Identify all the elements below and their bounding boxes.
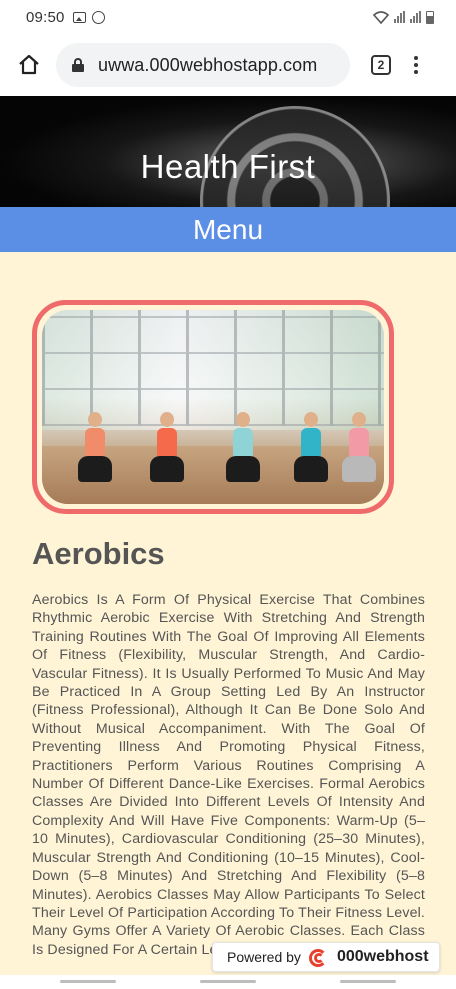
menu-button[interactable]: Menu <box>0 207 456 252</box>
url-text: uwwa.000webhostapp.com <box>98 54 318 75</box>
tab-switcher-button[interactable]: 2 <box>371 55 391 75</box>
powered-by-brand: 000webhost <box>336 948 429 965</box>
wifi-icon <box>373 10 389 24</box>
nav-recents-handle[interactable] <box>340 980 396 983</box>
nav-back-handle[interactable] <box>60 980 116 983</box>
lock-icon <box>72 58 84 72</box>
system-icons <box>373 10 434 24</box>
whatsapp-icon <box>91 10 105 24</box>
article-body: Aerobics Is A Form Of Physical Exercise … <box>32 592 425 958</box>
browser-toolbar: uwwa.000webhostapp.com 2 <box>0 34 456 96</box>
site-title: Health First <box>140 148 316 185</box>
home-button[interactable] <box>14 50 44 80</box>
article-image-frame <box>32 300 394 514</box>
more-options-icon[interactable] <box>413 56 419 74</box>
powered-by-text: Powered by <box>227 949 301 965</box>
nav-home-handle[interactable] <box>200 980 256 983</box>
image-icon <box>72 11 86 23</box>
person-figure <box>78 412 112 482</box>
aerobics-photo <box>42 310 384 504</box>
status-time: 09:50 <box>26 8 65 26</box>
person-figure <box>294 412 328 482</box>
powered-by-badge[interactable]: Powered by 000webhost <box>212 942 440 972</box>
menu-label: Menu <box>192 213 264 245</box>
status-bar: 09:50 <box>0 0 456 34</box>
person-figure <box>226 412 260 482</box>
article-title: Aerobics <box>32 536 165 571</box>
home-icon <box>19 54 39 75</box>
person-figure <box>150 412 184 482</box>
battery-icon <box>426 10 434 24</box>
webhost-logo-icon <box>308 947 331 967</box>
hero-banner: Health First <box>0 96 456 207</box>
notification-icons <box>72 10 105 24</box>
signal-icon <box>410 11 421 23</box>
person-figure <box>342 412 376 482</box>
signal-icon <box>394 11 405 23</box>
system-nav-bar <box>0 975 456 989</box>
address-bar[interactable]: uwwa.000webhostapp.com <box>56 43 350 87</box>
main-content: Aerobics Aerobics Is A Form Of Physical … <box>0 252 456 975</box>
